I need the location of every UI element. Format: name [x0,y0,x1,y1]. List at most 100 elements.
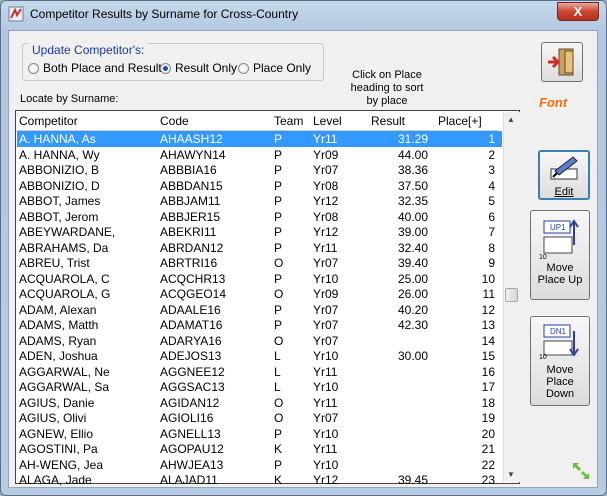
up-doc-number: 10 [539,254,547,259]
cell-code: ACQCHR13 [160,271,226,286]
table-row[interactable]: ABBONIZIO, D ABBDAN15 P Yr08 37.50 4 [17,178,502,194]
cell-team: P [274,457,283,472]
table-row[interactable]: AGOSTINI, Pa AGOPAU12 K Yr11 21 [17,441,502,457]
table-row[interactable]: AGGARWAL, Sa AGGSAC13 L Yr10 17 [17,379,502,395]
table-row[interactable]: ACQUAROLA, C ACQCHR13 P Yr10 25.00 10 [17,271,502,287]
radio-dot[interactable] [28,62,39,74]
table-row[interactable]: A. HANNA, As AHAASH12 P Yr11 31.29 1 [17,131,502,147]
scroll-up-arrow-icon[interactable]: ▲ [507,115,515,124]
cell-code: ABEKRI11 [160,225,217,239]
table-row[interactable]: A. HANNA, Wy AHAWYN14 P Yr09 44.00 2 [17,147,502,163]
cell-level: Yr07 [313,411,339,425]
table-row[interactable]: ABBOT, James ABBJAM11 P Yr12 32.35 5 [17,193,502,209]
cell-competitor: ABBOT, Jerom [19,209,99,224]
table-row[interactable]: ADAMS, Matth ADAMAT16 P Yr07 42.30 13 [17,317,502,333]
cell-team: L [274,364,281,379]
cell-result: 26.00 [397,287,428,301]
exit-button[interactable] [541,42,583,82]
font-button[interactable]: Font [539,95,567,110]
column-header-result[interactable]: Result [371,114,405,128]
cell-place: 22 [481,457,495,472]
cell-code: AGGNEE12 [160,364,225,379]
table-row[interactable]: AGNEW, Ellio AGNELL13 P Yr10 20 [17,426,502,442]
table-row[interactable]: ADAM, Alexan ADAALE16 P Yr07 40.20 12 [17,302,502,318]
table-row[interactable]: AGGARWAL, Ne AGGNEE12 L Yr11 16 [17,364,502,380]
sort-hint-line: by place [366,95,408,107]
grid-rows: A. HANNA, As AHAASH12 P Yr11 31.29 1 A. HANNA,… [17,131,502,488]
update-competitor-group: Update Competitor's: Both Place and Resu… [22,43,324,81]
cell-level: Yr10 [313,380,339,394]
table-row[interactable]: ACQUAROLA, G ACQGEO14 O Yr09 26.00 11 [17,286,502,302]
cell-level: Yr12 [313,473,339,487]
cell-team: K [274,473,283,487]
cell-competitor: A. HANNA, Wy [19,147,100,162]
table-row[interactable]: ABBONIZIO, B ABBBIA16 P Yr07 38.36 3 [17,162,502,178]
move-place-up-button[interactable]: UP1 10 Move Place Up [530,210,590,300]
cell-place: 5 [488,194,495,208]
cell-place: 6 [488,209,495,224]
table-row[interactable]: ABEYWARDANE, ABEKRI11 P Yr12 39.00 7 [17,224,502,240]
app-icon [8,6,24,22]
cell-place: 14 [481,333,495,348]
title-bar: Competitor Results by Surname for Cross-… [1,1,606,27]
radio-dot-selected[interactable] [160,62,171,74]
cell-level: Yr10 [313,349,339,363]
column-header-level[interactable]: Level [313,114,342,128]
cell-competitor: AGGARWAL, Sa [19,380,110,394]
cell-competitor: ABREU, Trist [19,256,90,270]
table-row[interactable]: AGIUS, Danie AGIDAN12 O Yr11 18 [17,395,502,411]
resize-grip-icon[interactable] [569,459,593,483]
move-place-down-button[interactable]: DN1 10 Move Place Down [530,316,590,406]
radio-dot[interactable] [238,62,249,74]
table-row[interactable]: AH-WENG, Jea AHWJEA13 P Yr10 22 [17,457,502,473]
cell-competitor: AGGARWAL, Ne [19,364,110,379]
column-header-place[interactable]: Place[+] [438,114,482,128]
cell-code: AGIOLI16 [160,411,214,425]
cell-code: AHAWYN14 [160,147,226,162]
table-row[interactable]: ADAMS, Ryan ADARYA16 O Yr07 14 [17,333,502,349]
cell-code: ADEJOS13 [160,349,222,363]
cell-code: AGIDAN12 [160,395,220,410]
column-header-code[interactable]: Code [160,114,189,128]
vertical-scrollbar[interactable]: ▲ ▼ [503,112,520,482]
edit-button[interactable]: Edit [538,150,590,200]
cell-team: P [274,194,283,208]
table-row[interactable]: AGIUS, Olivi AGIOLI16 O Yr07 19 [17,410,502,426]
edit-label: Edit [554,186,574,198]
cell-place: 8 [488,240,495,255]
cell-result: 32.35 [397,194,428,208]
move-up-icon: UP1 10 [539,219,579,261]
scroll-down-arrow-icon[interactable]: ▼ [507,470,515,479]
grid-header: Competitor Code Team Level Result Place[… [16,111,498,131]
radio-label: Both Place and Result [43,61,162,75]
table-row[interactable]: ABREU, Trist ABRTRI16 O Yr07 39.40 9 [17,255,502,271]
radio-place-only[interactable]: Place Only [238,61,311,75]
cell-result: 25.00 [397,271,428,286]
cell-team: O [274,256,284,270]
table-row[interactable]: ADEN, Joshua ADEJOS13 L Yr10 30.00 15 [17,348,502,364]
cell-code: AGOPAU12 [160,442,224,456]
sort-hint-line: Click on Place [352,69,422,81]
table-row[interactable]: ALAGA, Jade ALAJAD11 K Yr12 39.45 23 [17,472,502,488]
cell-result: 44.00 [397,147,428,162]
cell-level: Yr09 [313,287,339,301]
cell-code: AGNELL13 [160,426,221,441]
column-header-team[interactable]: Team [274,114,303,128]
table-row[interactable]: ABRAHAMS, Da ABRDAN12 P Yr11 32.40 8 [17,240,502,256]
results-grid[interactable]: Competitor Code Team Level Result Place[… [15,110,520,487]
scroll-thumb[interactable] [505,288,518,302]
radio-both-place-result[interactable]: Both Place and Result [28,61,162,75]
close-button[interactable]: X [557,2,599,21]
cell-place: 4 [488,178,495,193]
radio-result-only[interactable]: Result Only [160,61,237,75]
cell-team: P [274,302,283,317]
table-row[interactable]: ABBOT, Jerom ABBJER15 P Yr08 40.00 6 [17,209,502,225]
cell-code: ABBJAM11 [160,194,221,208]
window: Competitor Results by Surname for Cross-… [0,0,607,496]
cell-code: AHWJEA13 [160,457,224,472]
cell-result: 32.40 [397,240,428,255]
cell-place: 1 [488,132,495,146]
column-header-competitor[interactable]: Competitor [19,114,78,128]
move-up-label-line: Place Up [537,274,583,286]
cell-level: Yr10 [313,271,339,286]
